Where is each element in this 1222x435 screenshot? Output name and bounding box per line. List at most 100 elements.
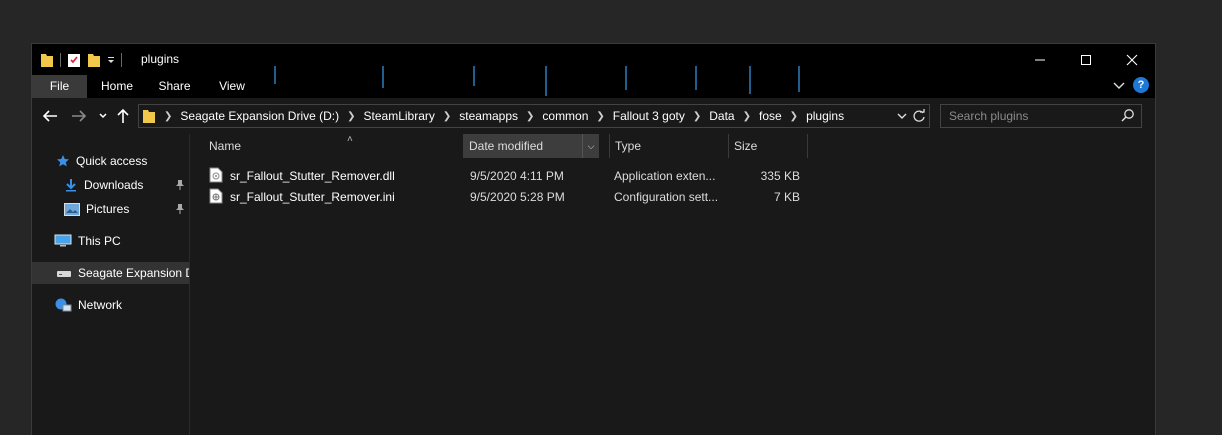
tab-view[interactable]: View	[202, 75, 262, 98]
file-date: 9/5/2020 5:28 PM	[470, 190, 565, 204]
search-icon[interactable]	[1121, 108, 1135, 125]
window-title: plugins	[141, 52, 180, 66]
new-folder-icon[interactable]	[87, 52, 101, 68]
search-input[interactable]	[941, 105, 1119, 127]
ribbon-tabs: File Home Share View ?	[32, 75, 1155, 98]
nav-item-label: Downloads	[84, 178, 144, 192]
breadcrumb-separator-icon[interactable]: ❯	[693, 111, 701, 122]
recent-locations-button[interactable]	[98, 107, 108, 125]
breadcrumb-steamlibrary[interactable]: SteamLibrary	[364, 109, 435, 123]
column-header-label: Type	[615, 139, 642, 153]
up-button[interactable]	[116, 107, 130, 125]
nav-item-pictures[interactable]: Pictures	[32, 198, 189, 220]
breadcrumb-drive[interactable]: Seagate Expansion Drive (D:)	[180, 109, 339, 123]
forward-button[interactable]	[71, 107, 87, 125]
minimize-icon	[1035, 59, 1045, 60]
file-size: 335 KB	[760, 169, 800, 183]
render-artifact	[545, 66, 547, 96]
column-header-label: Date modified	[469, 139, 544, 153]
up-arrow-icon	[117, 108, 129, 123]
address-bar[interactable]: ❯ Seagate Expansion Drive (D:) ❯ SteamLi…	[138, 104, 930, 128]
breadcrumb-separator-icon[interactable]: ❯	[164, 111, 172, 122]
maximize-icon	[1081, 54, 1091, 65]
breadcrumb-data[interactable]: Data	[709, 109, 734, 123]
dll-file-icon	[209, 167, 223, 186]
file-name: sr_Fallout_Stutter_Remover.ini	[230, 190, 395, 204]
nav-item-label: Seagate Expansion Dri	[78, 266, 190, 280]
render-artifact	[695, 66, 697, 90]
table-row[interactable]: sr_Fallout_Stutter_Remover.dll 9/5/2020 …	[209, 165, 809, 186]
title-bar: plugins	[32, 44, 1155, 75]
nav-item-label: Network	[78, 298, 123, 312]
download-icon	[64, 178, 78, 192]
pictures-icon	[64, 202, 80, 216]
window-controls	[1017, 44, 1155, 75]
file-type: Configuration sett...	[614, 190, 719, 204]
tab-home[interactable]: Home	[87, 75, 147, 98]
nav-item-seagate-drive[interactable]: Seagate Expansion Dri	[32, 262, 189, 284]
star-icon	[56, 154, 70, 168]
pin-icon[interactable]	[175, 203, 185, 218]
drive-icon	[56, 268, 72, 278]
nav-item-label: Quick access	[76, 154, 148, 168]
network-icon	[54, 297, 72, 313]
close-button[interactable]	[1109, 44, 1155, 75]
toolbar-divider	[60, 53, 61, 67]
column-header-type[interactable]: Type	[609, 134, 730, 158]
search-box[interactable]	[940, 104, 1142, 128]
nav-item-downloads[interactable]: Downloads	[32, 174, 189, 196]
breadcrumb-separator-icon[interactable]: ❯	[596, 111, 604, 122]
back-button[interactable]	[42, 107, 58, 125]
properties-icon[interactable]	[67, 52, 81, 68]
column-header-label: Name	[209, 139, 242, 153]
folder-icon	[142, 108, 156, 124]
nav-item-quick-access[interactable]: Quick access	[32, 150, 189, 172]
breadcrumb-separator-icon[interactable]: ❯	[790, 111, 798, 122]
nav-item-this-pc[interactable]: This PC	[32, 230, 189, 252]
minimize-button[interactable]	[1017, 44, 1063, 75]
render-artifact	[625, 66, 627, 90]
customize-toolbar-icon[interactable]	[107, 55, 115, 65]
help-icon[interactable]: ?	[1133, 77, 1149, 93]
address-history-icon[interactable]	[896, 111, 908, 121]
computer-icon	[54, 234, 72, 248]
folder-icon	[40, 52, 54, 68]
nav-item-label: This PC	[78, 234, 121, 248]
file-name: sr_Fallout_Stutter_Remover.dll	[230, 169, 395, 183]
nav-item-network[interactable]: Network	[32, 294, 189, 316]
navigation-pane: Quick access Downloads Pictures This PC …	[32, 134, 190, 435]
breadcrumb-separator-icon[interactable]: ❯	[526, 111, 534, 122]
breadcrumb-fose[interactable]: fose	[759, 109, 782, 123]
expand-ribbon-icon[interactable]	[1113, 80, 1125, 90]
file-size: 7 KB	[773, 190, 800, 204]
breadcrumb-separator-icon[interactable]: ❯	[743, 111, 751, 122]
render-artifact	[749, 66, 751, 94]
breadcrumb-separator-icon[interactable]: ❯	[443, 111, 451, 122]
breadcrumb-plugins[interactable]: plugins	[806, 109, 844, 123]
pin-icon[interactable]	[175, 179, 185, 194]
render-artifact	[274, 66, 276, 84]
breadcrumb-fallout[interactable]: Fallout 3 goty	[613, 109, 685, 123]
refresh-icon[interactable]	[912, 109, 926, 123]
breadcrumb-steamapps[interactable]: steamapps	[459, 109, 518, 123]
column-header-label: Size	[734, 139, 758, 153]
table-row[interactable]: sr_Fallout_Stutter_Remover.ini 9/5/2020 …	[209, 186, 809, 207]
breadcrumb-common[interactable]: common	[542, 109, 588, 123]
navigation-bar: ❯ Seagate Expansion Drive (D:) ❯ SteamLi…	[32, 98, 1155, 133]
column-header-date[interactable]: Date modified ⌵	[463, 134, 599, 158]
column-filter-dropdown-icon[interactable]: ⌵	[582, 134, 599, 158]
render-artifact	[798, 66, 800, 92]
breadcrumb-separator-icon[interactable]: ❯	[347, 111, 355, 122]
file-date: 9/5/2020 4:11 PM	[470, 169, 564, 183]
sort-ascending-icon: ˄	[347, 134, 353, 145]
render-artifact	[382, 66, 384, 88]
tab-share[interactable]: Share	[147, 75, 202, 98]
column-header-size[interactable]: Size	[728, 134, 808, 158]
close-icon	[1126, 54, 1138, 65]
chevron-down-icon	[99, 113, 107, 119]
maximize-button[interactable]	[1063, 44, 1109, 75]
column-header-name[interactable]: ˄ Name	[209, 134, 459, 158]
tab-file[interactable]: File	[32, 75, 87, 98]
forward-arrow-icon	[72, 110, 87, 122]
file-type: Application exten...	[614, 169, 716, 183]
